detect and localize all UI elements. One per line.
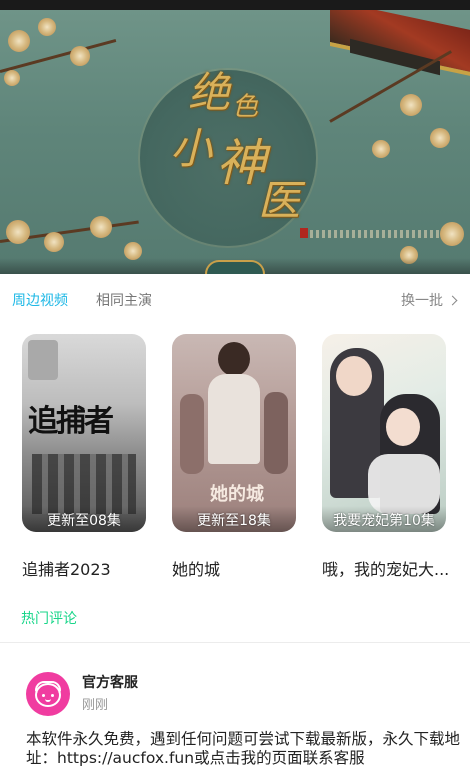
video-card[interactable]: 追捕者 更新至08集 [22,334,146,532]
poster-costume [368,454,440,514]
flower-decoration [400,94,422,116]
poster-figure-woman-face [386,408,420,446]
poster-figure [28,340,58,380]
flower-decoration [8,30,30,52]
poster-title-text: 追捕者 [28,404,114,439]
comment-author[interactable]: 官方客服 [82,672,138,692]
poster-figure-man-face [336,356,372,396]
hero-title-char: 小 [170,124,213,173]
video-title[interactable]: 追捕者2023 [22,556,111,580]
tab-related-videos[interactable]: 周边视频 [12,290,68,310]
refresh-batch-label: 换一批 [401,293,443,309]
video-title[interactable]: 她的城 [172,556,220,580]
section-divider [0,642,470,643]
hero-title-char: 绝 [188,68,231,117]
flower-decoration [440,222,464,246]
hero-ornament [205,260,265,274]
avatar-eye [42,694,45,697]
flower-decoration [38,18,56,36]
poster-image: 追捕者 [22,334,146,532]
flower-decoration [4,70,20,86]
avatar-face-icon [35,683,61,707]
avatar[interactable] [26,672,70,716]
flower-decoration [44,232,64,252]
hero-title-char: 色 [232,92,259,122]
poster-title-text: 她的城 [210,484,264,505]
comment-time: 刚刚 [82,698,109,713]
video-card[interactable]: 我要宠妃第10集 [322,334,446,532]
hero-title-char: 医 [258,176,301,225]
status-bar [0,0,470,10]
hot-comments-heading: 热门评论 [21,611,77,627]
avatar-eye [51,694,54,697]
poster-image: 她的城 [172,334,296,532]
poster-figure-side [180,394,204,474]
episode-badge: 更新至18集 [197,513,271,529]
poster-figure-head [218,342,250,376]
refresh-batch-button[interactable]: 换一批 [401,290,458,310]
flower-decoration [70,46,90,66]
tab-same-cast[interactable]: 相同主演 [96,290,152,310]
poster-figure-body [208,374,260,464]
comment-body: 本软件永久免费，遇到任何问题可尝试下载最新版，永久下载地址：https://au… [26,730,461,767]
episode-badge: 更新至08集 [47,513,121,529]
flower-decoration [90,216,112,238]
hero-credit-line [310,230,440,238]
flower-decoration [6,220,30,244]
video-tabs: 周边视频 相同主演 换一批 [0,284,470,318]
poster-figure-side [264,392,288,474]
poster-figures [32,454,136,514]
episode-badge: 我要宠妃第10集 [333,513,435,529]
video-card[interactable]: 她的城 更新至18集 [172,334,296,532]
poster-image [322,334,446,532]
video-title[interactable]: 哦，我的宠妃大... [322,556,449,580]
flower-decoration [430,128,450,148]
hero-banner[interactable]: 绝 色 小 神 医 [0,10,470,274]
chevron-right-icon [447,295,458,305]
hero-title-calligraphy: 绝 色 小 神 医 [170,72,310,232]
flower-decoration [372,140,390,158]
red-seal-stamp [300,228,308,238]
